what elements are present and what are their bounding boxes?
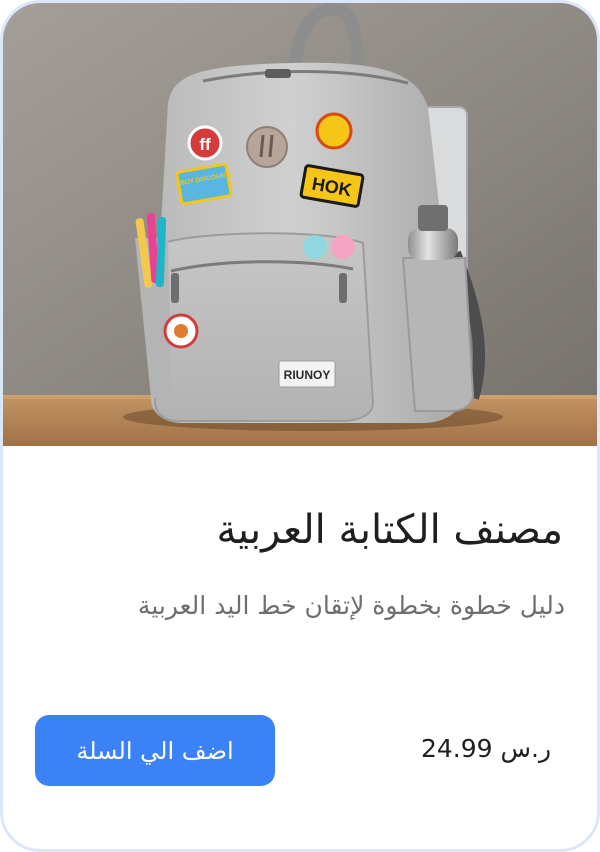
product-card: ff $ BUY DISCOUNT! HOK RIUNOY مصنف الكتا… — [0, 0, 600, 852]
product-image: ff $ BUY DISCOUNT! HOK RIUNOY — [3, 3, 597, 446]
svg-text:ff: ff — [199, 135, 211, 154]
svg-text:RIUNOY: RIUNOY — [284, 368, 331, 382]
add-to-cart-button[interactable]: اضف الي السلة — [35, 715, 275, 786]
product-title: مصنف الكتابة العربية — [216, 507, 563, 553]
product-description: دليل خطوة بخطوة لإتقان خط اليد العربية — [137, 591, 565, 620]
product-price: 24.99 ر.س — [421, 734, 552, 763]
